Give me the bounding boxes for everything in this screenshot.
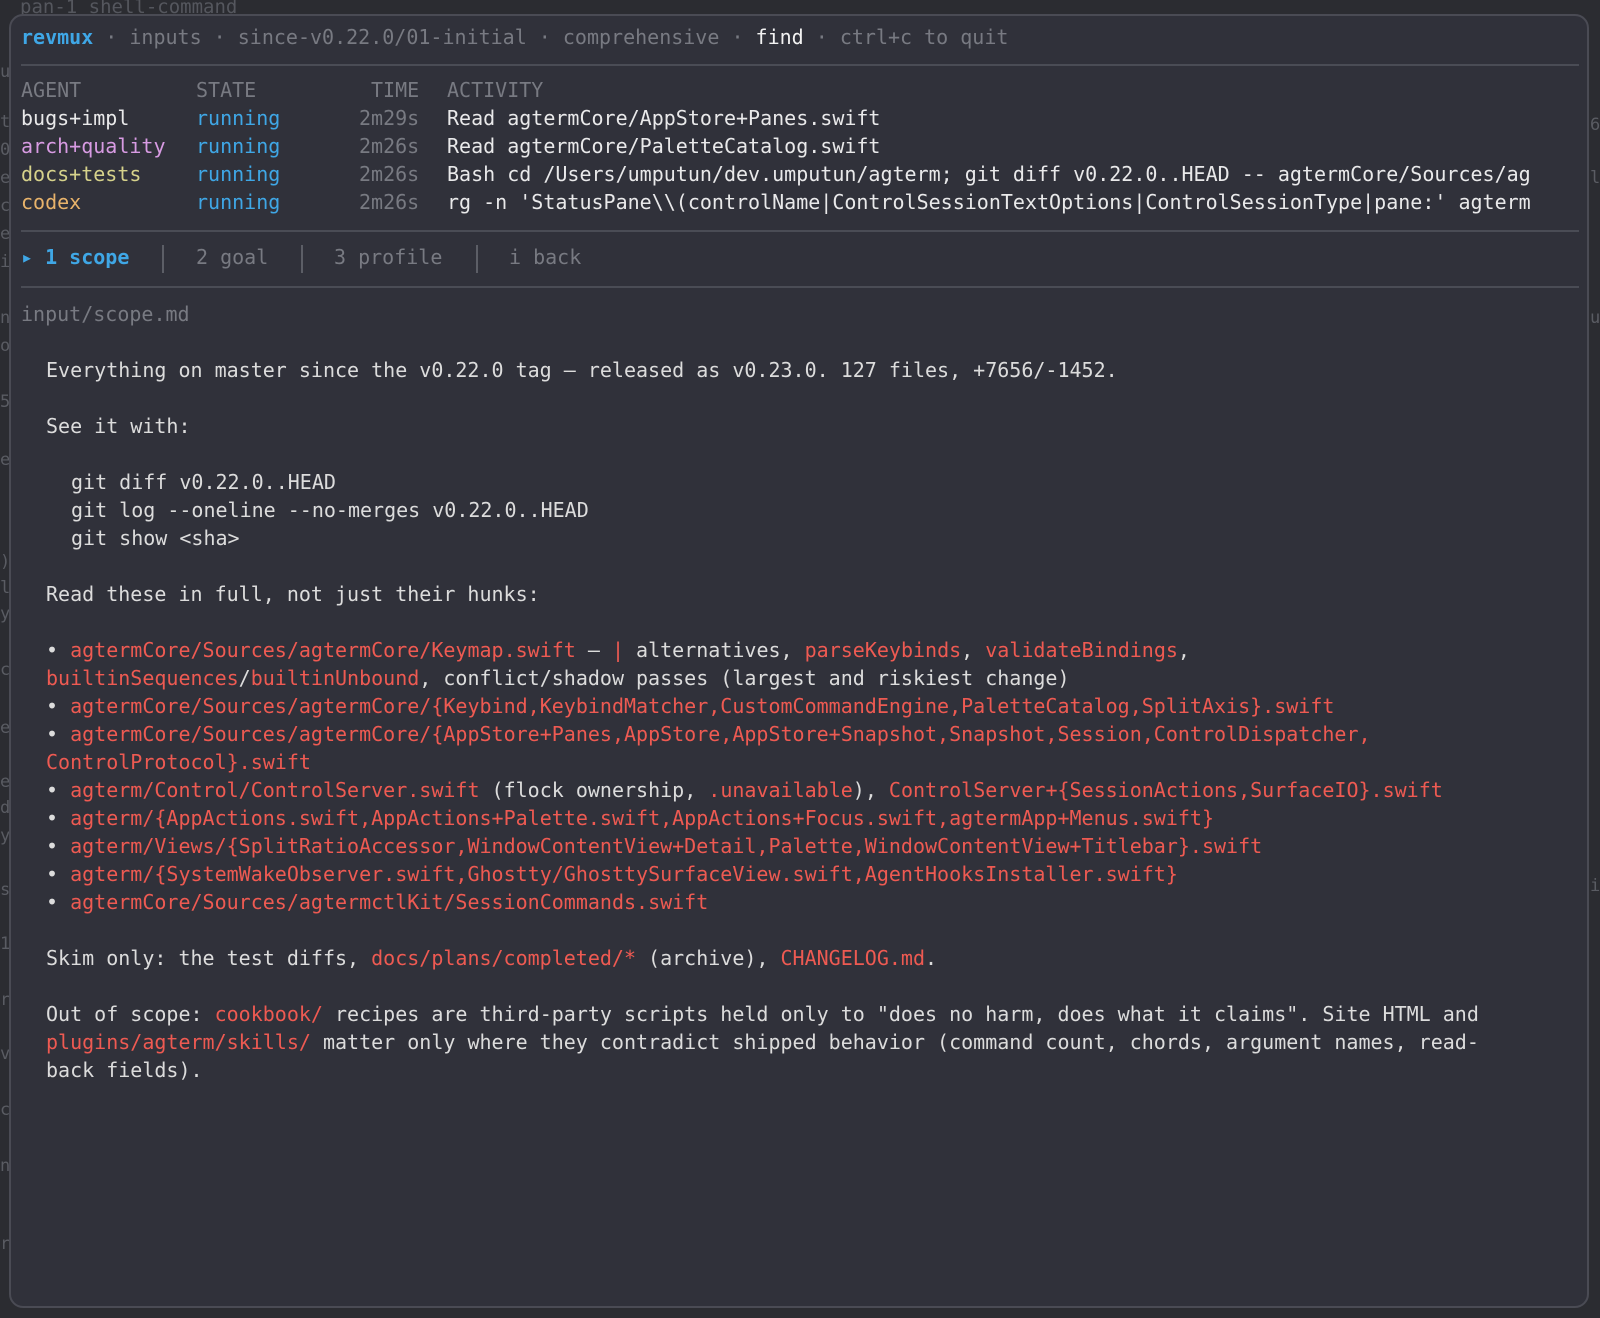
code-ref: agtermCore/Sources/agtermCore/Keymap.swi…	[70, 638, 576, 662]
tab-goal[interactable]: 2 goal	[196, 245, 268, 269]
agent-time: 2m29s	[359, 106, 420, 130]
code-ref: |	[611, 638, 624, 662]
divider	[21, 230, 1579, 232]
list-item: • agterm/{AppActions.swift,AppActions+Pa…	[46, 806, 1214, 830]
header-bar: revmux · inputs · since-v0.22.0/01-initi…	[21, 25, 1009, 49]
doc-see-it: See it with:	[46, 414, 191, 438]
agent-state: running	[196, 162, 281, 186]
revmux-window: revmux · inputs · since-v0.22.0/01-initi…	[9, 14, 1589, 1308]
col-agent: AGENT	[21, 78, 82, 102]
tab-scope[interactable]: ▸ 1 scope	[21, 245, 129, 269]
code-ref: plugins/agterm/skills/	[46, 1030, 311, 1054]
code-ref: ControlServer+{SessionActions,SurfaceIO}…	[888, 778, 1443, 802]
code-ref: agterm/{SystemWakeObserver.swift,Ghostty…	[70, 862, 1178, 886]
agent-name: codex	[21, 190, 82, 214]
code-ref: builtinUnbound	[250, 666, 420, 690]
code-line: git diff v0.22.0..HEAD	[71, 470, 336, 494]
code-ref: parseKeybinds	[804, 638, 962, 662]
agent-name: docs+tests	[21, 162, 142, 186]
doc-path: input/scope.md	[21, 302, 190, 326]
list-item: • agterm/{SystemWakeObserver.swift,Ghost…	[46, 862, 1178, 886]
agent-activity: Bash cd /Users/umputun/dev.umputun/agter…	[447, 162, 1531, 186]
tab-profile[interactable]: 3 profile	[334, 245, 442, 269]
app-name: revmux	[21, 25, 94, 49]
agent-state: running	[196, 134, 281, 158]
mode-find[interactable]: find	[756, 25, 804, 49]
list-item: • agtermCore/Sources/agtermCore/Keymap.s…	[46, 638, 1190, 662]
list-item: • agtermCore/Sources/agtermCore/{Keybind…	[46, 694, 1335, 718]
doc-out-of-scope-continued: plugins/agterm/skills/ matter only where…	[46, 1030, 1479, 1054]
divider	[21, 286, 1579, 288]
doc-out-of-scope: Out of scope: cookbook/ recipes are thir…	[46, 1002, 1479, 1026]
col-state: STATE	[196, 78, 257, 102]
code-ref: .unavailable	[708, 778, 853, 802]
code-ref: CHANGELOG.md	[780, 946, 926, 970]
agent-time: 2m26s	[359, 162, 420, 186]
doc-read-full: Read these in full, not just their hunks…	[46, 582, 540, 606]
doc-out-of-scope-continued: back fields).	[46, 1058, 203, 1082]
code-ref: docs/plans/completed/*	[371, 946, 637, 970]
code-ref: agterm/Control/ControlServer.swift	[70, 778, 480, 802]
tab-separator	[162, 245, 164, 273]
agent-activity: Read agtermCore/PaletteCatalog.swift	[447, 134, 881, 158]
agent-time: 2m26s	[359, 190, 420, 214]
code-ref: ControlProtocol}.swift	[46, 750, 311, 774]
agent-name: arch+quality	[21, 134, 166, 158]
agent-activity: rg -n 'StatusPane\\(controlName|ControlS…	[447, 190, 1531, 214]
agent-state: running	[196, 106, 281, 130]
agent-state: running	[196, 190, 281, 214]
background-char: 6	[1590, 115, 1600, 135]
list-item-continued: builtinSequences/builtinUnbound, conflic…	[46, 666, 1070, 690]
divider	[21, 64, 1579, 66]
code-ref: agterm/{AppActions.swift,AppActions+Pale…	[70, 806, 1214, 830]
background-char: u	[1590, 308, 1600, 328]
code-ref: agterm/Views/{SplitRatioAccessor,WindowC…	[70, 834, 1263, 858]
crumb-inputs[interactable]: inputs	[129, 25, 201, 49]
list-item-continued: ControlProtocol}.swift	[46, 748, 311, 776]
tab-back[interactable]: i back	[509, 245, 581, 269]
col-time: TIME	[371, 78, 420, 102]
tab-separator	[476, 245, 478, 273]
doc-intro: Everything on master since the v0.22.0 t…	[46, 358, 1118, 382]
background-char: l	[1590, 168, 1600, 188]
code-ref: agtermCore/Sources/agtermCore/{AppStore+…	[70, 722, 1371, 746]
agent-time: 2m26s	[359, 134, 420, 158]
tab-separator	[301, 245, 303, 273]
code-line: git show <sha>	[71, 526, 240, 550]
code-ref: agtermCore/Sources/agtermctlKit/SessionC…	[70, 890, 709, 914]
col-activity: ACTIVITY	[447, 78, 544, 102]
code-ref: agtermCore/Sources/agtermCore/{Keybind,K…	[70, 694, 1335, 718]
code-ref: cookbook/	[214, 1002, 323, 1026]
list-item: • agtermCore/Sources/agtermctlKit/Sessio…	[46, 890, 709, 914]
crumb-since[interactable]: since-v0.22.0/01-initial	[238, 25, 527, 49]
agent-name: bugs+impl	[21, 106, 130, 130]
list-item: • agtermCore/Sources/agtermCore/{AppStor…	[46, 722, 1371, 746]
list-item: • agterm/Control/ControlServer.swift (fl…	[46, 778, 1443, 802]
crumb-profile[interactable]: comprehensive	[563, 25, 720, 49]
list-item: • agterm/Views/{SplitRatioAccessor,Windo…	[46, 834, 1263, 858]
background-char: i	[1590, 876, 1600, 896]
code-ref: builtinSequences	[46, 666, 239, 690]
agent-activity: Read agtermCore/AppStore+Panes.swift	[447, 106, 881, 130]
doc-skim: Skim only: the test diffs, docs/plans/co…	[46, 946, 938, 970]
code-line: git log --oneline --no-merges v0.22.0..H…	[71, 498, 589, 522]
code-ref: validateBindings	[985, 638, 1178, 662]
quit-hint: ctrl+c to quit	[839, 25, 1009, 49]
